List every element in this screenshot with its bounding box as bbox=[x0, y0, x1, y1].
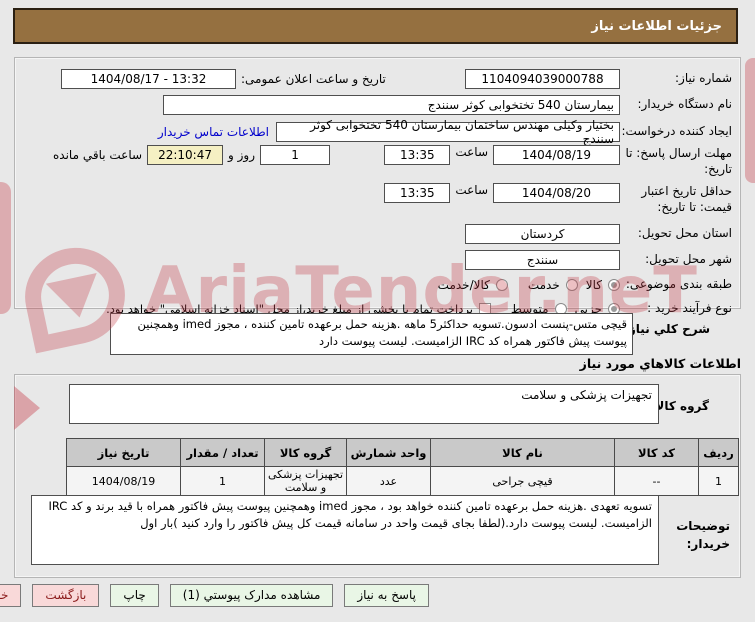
buyer-notes-textarea[interactable]: تسویه تعهدی .هزینه حمل برعهده تامین کنند… bbox=[31, 495, 659, 565]
tender-detail-page: جزئیات اطلاعات نیاز شماره نیاز: 11040940… bbox=[0, 0, 755, 622]
row-deadline: مهلت ارسال پاسخ: تا تاریخ: 1404/08/19 سا… bbox=[35, 145, 732, 183]
goods-panel: گروه کالا: تجهیزات پزشکی و سلامت ردیف کد… bbox=[14, 374, 741, 578]
validity-time-field[interactable]: 13:35 bbox=[384, 183, 451, 203]
validity-date-field[interactable]: 1404/08/20 bbox=[493, 183, 620, 203]
view-attachments-button[interactable]: مشاهده مدارک پیوستي (1) bbox=[169, 583, 334, 607]
radio-goods-service-icon[interactable] bbox=[495, 278, 508, 291]
need-info-panel: شماره نیاز: 1104094039000788 تاریخ و ساع… bbox=[14, 57, 741, 316]
validity-hour-label: ساعت bbox=[455, 183, 488, 197]
announce-datetime-field[interactable]: 1404/08/17 - 13:32 bbox=[61, 68, 236, 89]
goods-table-header-row: ردیف کد کالا نام کالا واحد شمارش گروه کا… bbox=[66, 438, 739, 467]
goods-table: ردیف کد کالا نام کالا واحد شمارش گروه کا… bbox=[66, 438, 739, 496]
cell-group: تجهیزات پزشکی و سلامت bbox=[264, 466, 347, 496]
back-button[interactable]: بازگشت bbox=[32, 583, 100, 607]
col-unit: واحد شمارش bbox=[346, 438, 431, 467]
description-label: شرح کلي نياز: bbox=[624, 322, 710, 336]
buyer-org-field[interactable]: بیمارستان 540 تختخوابی کوثر سنندج bbox=[163, 95, 620, 115]
class-option-goods-service[interactable]: کالا/خدمت bbox=[438, 278, 508, 292]
buyer-notes-label: توضیحات خریدار: bbox=[676, 519, 730, 551]
city-field[interactable]: سنندج bbox=[465, 250, 620, 270]
class-option-goods[interactable]: کالا bbox=[586, 278, 620, 292]
row-city: شهر محل تحویل: سنندج bbox=[35, 247, 732, 273]
remaining-suffix-label: ساعت باقي مانده bbox=[53, 148, 143, 162]
cell-name: قیچی جراحی bbox=[430, 466, 615, 496]
need-number-field[interactable]: 1104094039000788 bbox=[465, 68, 620, 89]
deadline-label: مهلت ارسال پاسخ: تا تاریخ: bbox=[625, 146, 732, 176]
need-number-label: شماره نیاز: bbox=[675, 70, 732, 85]
exit-button[interactable]: خروج bbox=[0, 583, 22, 607]
cell-qty: 1 bbox=[180, 466, 265, 496]
city-label: شهر محل تحویل: bbox=[645, 252, 732, 267]
row-buyer-org: نام دستگاه خریدار: بیمارستان 540 تختخواب… bbox=[35, 92, 732, 118]
deadline-hour-label: ساعت bbox=[455, 145, 488, 159]
description-textarea[interactable]: قیچی متس-پنست ادسون.تسویه حداکثر5 ماهه .… bbox=[110, 313, 633, 355]
col-row: ردیف bbox=[698, 438, 739, 467]
creator-field[interactable]: بختیار وکیلی مهندس ساختمان بیمارستان 540… bbox=[276, 118, 620, 146]
announce-label: تاریخ و ساعت اعلان عمومی: bbox=[241, 71, 386, 86]
buyer-org-label: نام دستگاه خریدار: bbox=[637, 97, 733, 112]
days-and-label: روز و bbox=[228, 148, 256, 162]
col-name: نام کالا bbox=[430, 438, 615, 467]
cell-row: 1 bbox=[698, 466, 739, 496]
row-province: استان محل تحویل: کردستان bbox=[35, 221, 732, 247]
page-title: جزئیات اطلاعات نیاز bbox=[13, 8, 738, 44]
watermark-fragment-right bbox=[745, 58, 755, 183]
classification-label: طبقه بندی موضوعی: bbox=[625, 276, 732, 291]
deadline-date-field[interactable]: 1404/08/19 bbox=[493, 145, 620, 165]
action-button-bar: پاسخ به نیاز مشاهده مدارک پیوستي (1) چاپ… bbox=[0, 583, 429, 607]
validity-label: حداقل تاریخ اعتبار قیمت: تا تاریخ: bbox=[641, 184, 732, 214]
goods-group-label: گروه کالا: bbox=[650, 399, 709, 413]
class-option-service[interactable]: خدمت bbox=[528, 278, 578, 292]
province-label: استان محل تحویل: bbox=[637, 226, 732, 241]
goods-section-title: اطلاعات کالاهاي مورد نياز bbox=[579, 356, 741, 371]
print-button[interactable]: چاپ bbox=[110, 583, 159, 607]
creator-label: ایجاد کننده درخواست: bbox=[621, 123, 732, 138]
radio-service-icon[interactable] bbox=[565, 278, 578, 291]
deadline-time-field[interactable]: 13:35 bbox=[384, 145, 451, 165]
process-label: نوع فرآیند خرید : bbox=[647, 300, 732, 315]
remaining-days-field[interactable]: 1 bbox=[260, 145, 331, 165]
radio-goods-icon[interactable] bbox=[608, 278, 620, 291]
remaining-time-group: 1 روز و 22:10:47 ساعت باقي مانده bbox=[48, 145, 331, 165]
buyer-contact-link[interactable]: اطلاعات تماس خریدار bbox=[158, 125, 269, 139]
row-need-number: شماره نیاز: 1104094039000788 تاریخ و ساع… bbox=[35, 65, 732, 92]
cell-need-date: 1404/08/19 bbox=[66, 466, 181, 496]
row-creator: ایجاد کننده درخواست: بختیار وکیلی مهندس … bbox=[35, 118, 732, 146]
cell-code: -- bbox=[614, 466, 699, 496]
watermark-fragment-left bbox=[0, 182, 11, 314]
respond-button[interactable]: پاسخ به نیاز bbox=[344, 583, 429, 607]
col-need-date: تاریخ نیاز bbox=[66, 438, 181, 467]
row-validity: حداقل تاریخ اعتبار قیمت: تا تاریخ: 1404/… bbox=[35, 183, 732, 221]
province-field[interactable]: کردستان bbox=[465, 224, 620, 244]
col-qty: تعداد / مقدار bbox=[180, 438, 265, 467]
row-classification: طبقه بندی موضوعی: کالا خدمت کالا/خدمت bbox=[35, 273, 732, 296]
remaining-countdown: 22:10:47 bbox=[147, 145, 224, 165]
goods-group-field[interactable]: تجهیزات پزشکی و سلامت bbox=[69, 384, 659, 424]
cell-unit: عدد bbox=[346, 466, 431, 496]
col-code: کد کالا bbox=[614, 438, 699, 467]
table-row: 1 -- قیچی جراحی عدد تجهیزات پزشکی و سلام… bbox=[66, 466, 739, 496]
col-group: گروه کالا bbox=[264, 438, 347, 467]
